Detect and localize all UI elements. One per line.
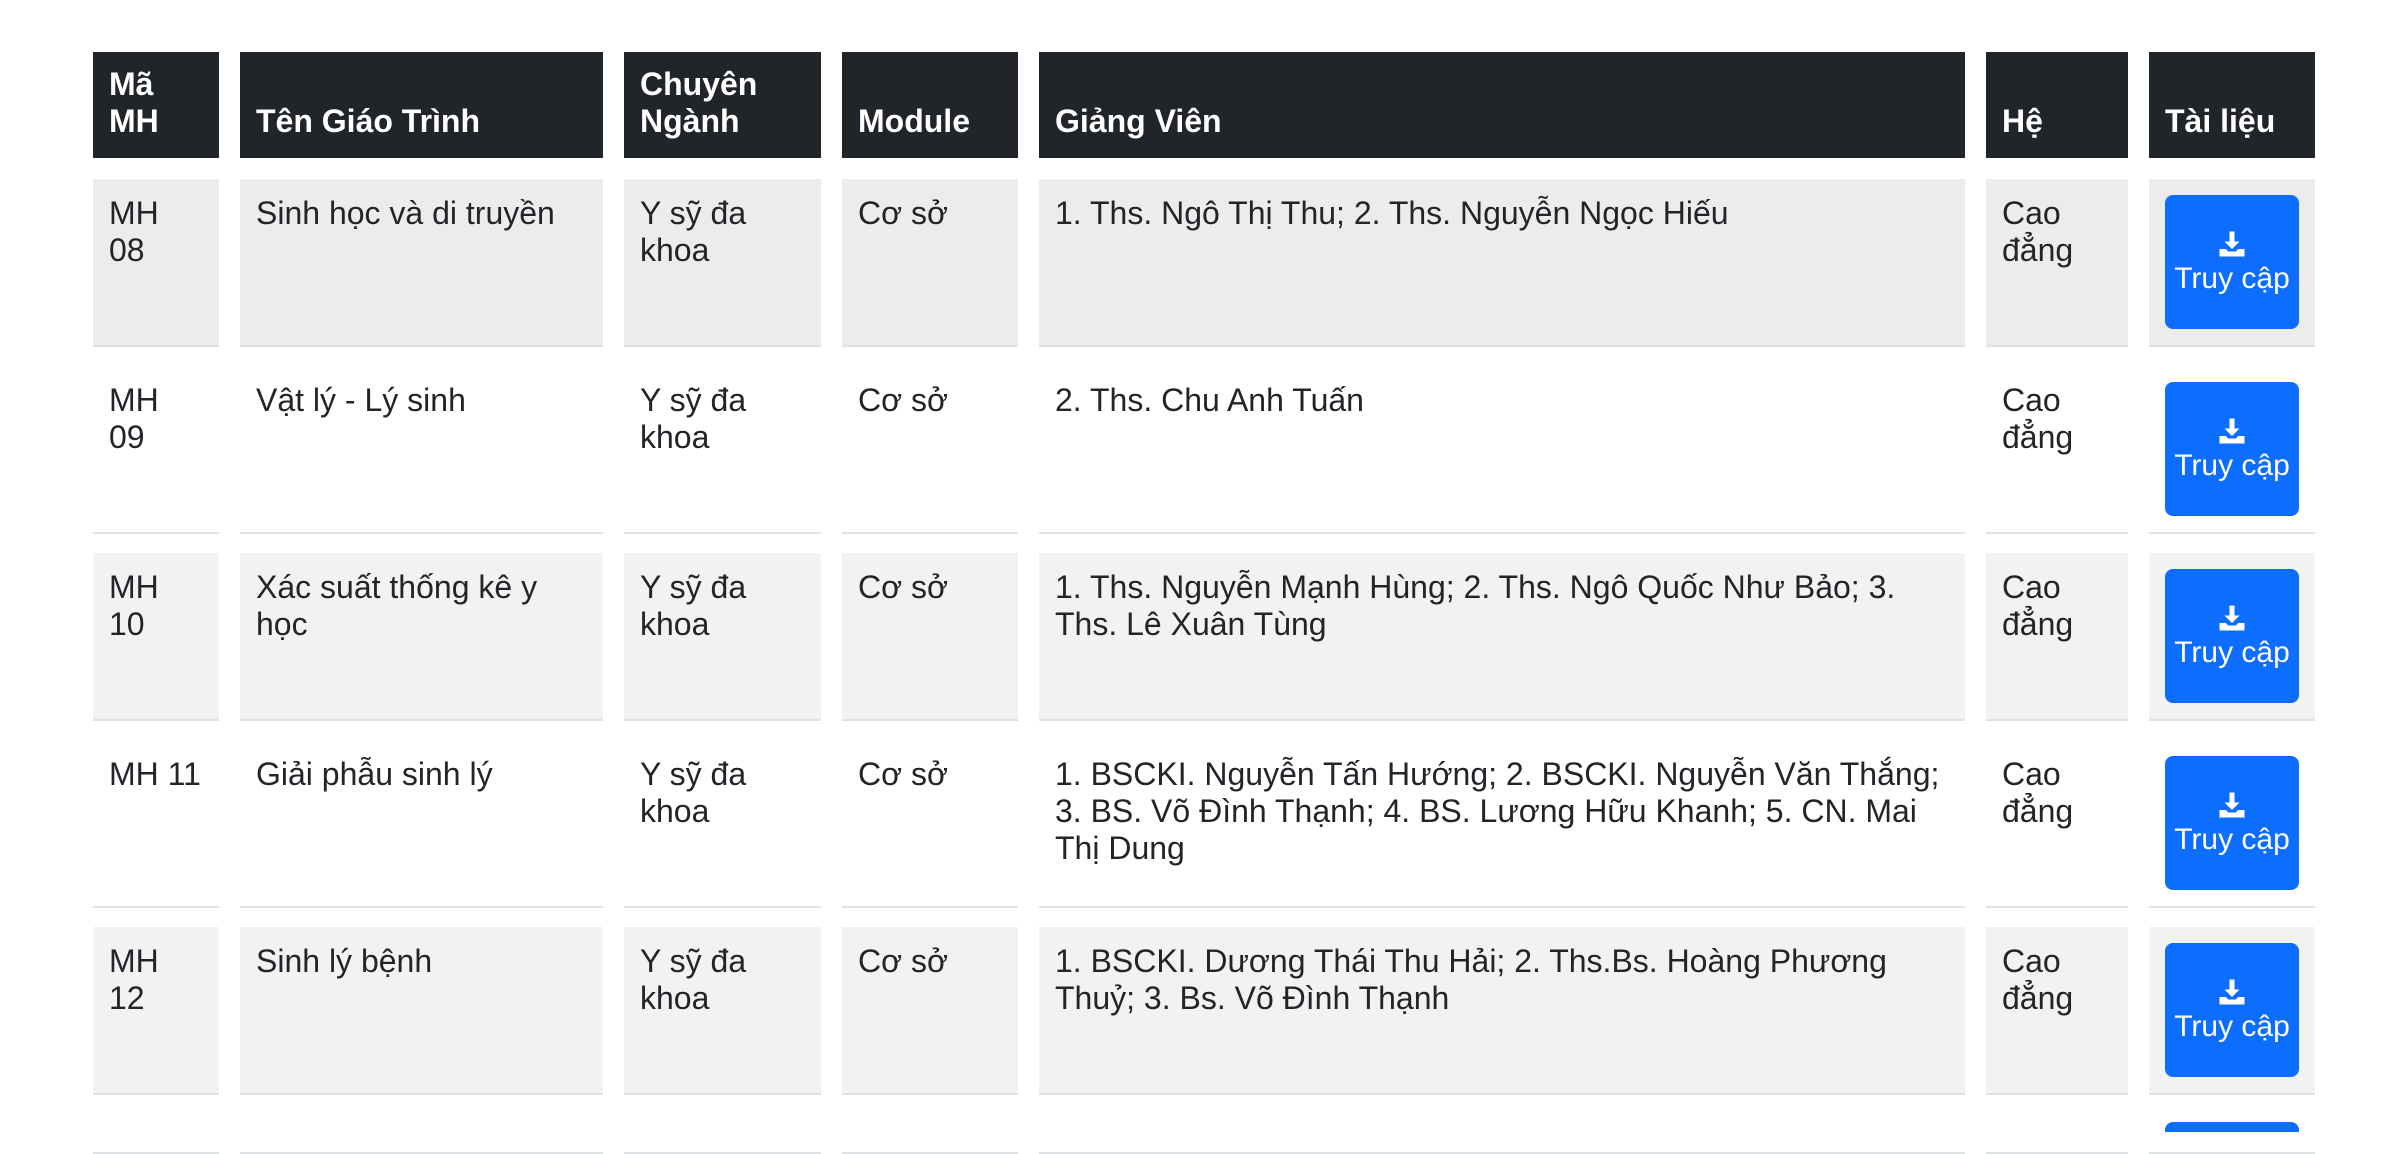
cell-module: Cơ sở	[842, 553, 1018, 721]
download-icon	[2219, 605, 2245, 630]
cell-giang-vien: 1. BSCKI. Nguyễn Tấn Hướng; 2. BSCKI. Ng…	[1039, 740, 1965, 908]
truy-cap-label: Truy cập	[2174, 822, 2290, 856]
header-giang-vien[interactable]: Giảng Viên	[1039, 52, 1965, 158]
truy-cap-button[interactable]: Truy cập	[2165, 382, 2299, 516]
header-tai-lieu[interactable]: Tài liệu	[2149, 52, 2315, 158]
cell-giang-vien: 1. Ths. Nguyễn Mạnh Hùng; 2. Ths. Ngô Qu…	[1039, 553, 1965, 721]
cell-giang-vien: 1. Ths. Ngô Thị Thu; 2. Ths. Nguyễn Ngọc…	[1039, 179, 1965, 347]
cell-tai-lieu: Truy cập	[2149, 740, 2315, 908]
cell-chuyen-nganh: Y sỹ đa khoa	[624, 366, 821, 534]
cell-module: Cơ sở	[842, 740, 1018, 908]
cell-giang-vien: 1. BSCKI. Dương Thái Thu Hải; 2. Ths.Bs.…	[1039, 927, 1965, 1095]
truy-cap-button[interactable]: Truy cập	[2165, 569, 2299, 703]
truy-cap-button[interactable]: Truy cập	[2165, 756, 2299, 890]
cell-module: Cơ sở	[842, 927, 1018, 1095]
truy-cap-button[interactable]: Truy cập	[2165, 195, 2299, 329]
cell-tai-lieu: Truy cập	[2149, 366, 2315, 534]
header-he[interactable]: Hệ	[1986, 52, 2128, 158]
course-table-container: Mã MH Tên Giáo Trình Chuyên Ngành Module…	[93, 52, 2315, 1154]
table-body: MH 08 Sinh học và di truyền Y sỹ đa khoa…	[93, 179, 2315, 1154]
table-row-partial	[93, 1114, 2315, 1154]
cell-he: Cao đẳng	[1986, 553, 2128, 721]
header-ma-mh[interactable]: Mã MH	[93, 52, 219, 158]
cell-ten-giao-trinh: Xác suất thống kê y học	[240, 553, 603, 721]
truy-cap-button[interactable]: Truy cập	[2165, 943, 2299, 1077]
truy-cap-label: Truy cập	[2174, 261, 2290, 295]
cell-ten-giao-trinh: Vật lý - Lý sinh	[240, 366, 603, 534]
table-row: MH 08 Sinh học và di truyền Y sỹ đa khoa…	[93, 179, 2315, 347]
cell-he: Cao đẳng	[1986, 366, 2128, 534]
header-chuyen-nganh[interactable]: Chuyên Ngành	[624, 52, 821, 158]
cell-giang-vien: 2. Ths. Chu Anh Tuấn	[1039, 366, 1965, 534]
table-row: MH 11 Giải phẫu sinh lý Y sỹ đa khoa Cơ …	[93, 740, 2315, 908]
cell-ma-mh: MH 08	[93, 179, 219, 347]
cell-ten-giao-trinh: Sinh học và di truyền	[240, 179, 603, 347]
cell-module: Cơ sở	[842, 366, 1018, 534]
cell-he: Cao đẳng	[1986, 179, 2128, 347]
cell-ma-mh: MH 09	[93, 366, 219, 534]
cell-ten-giao-trinh: Giải phẫu sinh lý	[240, 740, 603, 908]
cell-ma-mh: MH 10	[93, 553, 219, 721]
truy-cap-label: Truy cập	[2174, 1009, 2290, 1043]
course-table: Mã MH Tên Giáo Trình Chuyên Ngành Module…	[72, 52, 2336, 1154]
cell-tai-lieu: Truy cập	[2149, 553, 2315, 721]
cell-ma-mh: MH 12	[93, 927, 219, 1095]
header-module[interactable]: Module	[842, 52, 1018, 158]
download-icon	[2219, 792, 2245, 817]
table-row: MH 12 Sinh lý bệnh Y sỹ đa khoa Cơ sở 1.…	[93, 927, 2315, 1095]
cell-tai-lieu: Truy cập	[2149, 179, 2315, 347]
cell-chuyen-nganh: Y sỹ đa khoa	[624, 553, 821, 721]
cell-ten-giao-trinh: Sinh lý bệnh	[240, 927, 603, 1095]
cell-chuyen-nganh: Y sỹ đa khoa	[624, 179, 821, 347]
cell-module: Cơ sở	[842, 179, 1018, 347]
cell-he: Cao đẳng	[1986, 740, 2128, 908]
table-header: Mã MH Tên Giáo Trình Chuyên Ngành Module…	[93, 52, 2315, 179]
header-ten-giao-trinh[interactable]: Tên Giáo Trình	[240, 52, 603, 158]
cell-ma-mh: MH 11	[93, 740, 219, 908]
truy-cap-label: Truy cập	[2174, 448, 2290, 482]
table-row: MH 09 Vật lý - Lý sinh Y sỹ đa khoa Cơ s…	[93, 366, 2315, 534]
cell-chuyen-nganh: Y sỹ đa khoa	[624, 740, 821, 908]
truy-cap-label: Truy cập	[2174, 635, 2290, 669]
download-icon	[2219, 979, 2245, 1004]
table-row: MH 10 Xác suất thống kê y học Y sỹ đa kh…	[93, 553, 2315, 721]
cell-tai-lieu: Truy cập	[2149, 927, 2315, 1095]
download-icon	[2219, 418, 2245, 443]
download-icon	[2219, 231, 2245, 256]
cell-he: Cao đẳng	[1986, 927, 2128, 1095]
cell-chuyen-nganh: Y sỹ đa khoa	[624, 927, 821, 1095]
